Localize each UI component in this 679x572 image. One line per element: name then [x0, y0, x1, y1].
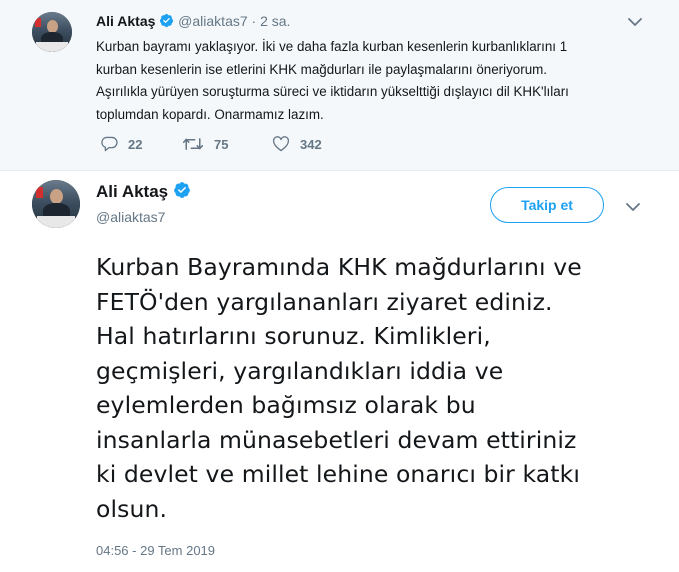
tweet-text: Kurban Bayramında KHK mağdurlarını ve FE…: [96, 250, 666, 526]
retweet-count: 75: [214, 136, 229, 152]
like-button[interactable]: 342: [272, 136, 322, 152]
tweet-text-line: Hal hatırlarını sorunuz. Kimlikleri,: [96, 322, 491, 350]
time-separator: ·: [251, 13, 257, 29]
tweet-text-line: Kurban bayramı yaklaşıyor. İki ve daha f…: [96, 39, 568, 54]
tweet-1-header: Ali Aktaş @aliaktas7 · 2 sa.: [96, 13, 290, 31]
tweet-timestamp[interactable]: 04:56 - 29 Tem 2019: [96, 543, 215, 558]
verified-badge-icon: [159, 13, 174, 31]
retweet-button[interactable]: 75: [182, 136, 228, 152]
follow-button[interactable]: Takip et: [490, 187, 604, 223]
author-handle[interactable]: @aliaktas7: [96, 209, 165, 225]
tweet-text-line: toplumdan kopardı. Onarmamız lazım.: [96, 106, 324, 122]
tweet-text-line: eylemlerden bağımsız olarak bu: [96, 391, 476, 419]
tweet-text-line: Kurban Bayramında KHK mağdurlarını ve: [96, 253, 582, 281]
author-name[interactable]: Ali Aktaş: [96, 182, 168, 201]
tweet-text: Kurban bayramı yaklaşıyor. İki ve daha f…: [96, 36, 656, 126]
divider: [0, 170, 679, 171]
tweet-text-line: kurban kesenlerin ise etlerini KHK mağdu…: [96, 61, 548, 77]
tweet-text-line: ki devlet ve millet lehine onarıcı bir k…: [96, 460, 580, 488]
retweet-icon: [182, 138, 204, 150]
reply-icon: [101, 136, 118, 152]
like-count: 342: [300, 136, 322, 152]
avatar[interactable]: [32, 12, 72, 52]
reply-count: 22: [128, 136, 143, 152]
heart-icon: [273, 136, 289, 152]
verified-badge-icon: [173, 181, 191, 204]
tweet-text-line: olsun.: [96, 494, 168, 523]
author-name-row: Ali Aktaş: [96, 181, 191, 204]
tweet-text-line: FETÖ'den yargılananları ziyaret ediniz.: [96, 287, 553, 316]
tweet-1[interactable]: Ali Aktaş @aliaktas7 · 2 sa. Kurban bayr…: [0, 0, 679, 170]
tweet-text-line: Aşırılıkla yürüyen soruşturma süreci ve …: [96, 84, 569, 99]
tweet-text-line: insanlarla münasebetleri devam ettiriniz: [96, 425, 577, 454]
chevron-down-icon[interactable]: [624, 200, 642, 214]
reply-button[interactable]: 22: [100, 136, 142, 152]
tweet-time[interactable]: 2 sa.: [260, 13, 290, 29]
chevron-down-icon[interactable]: [626, 15, 644, 29]
author-handle[interactable]: @aliaktas7: [178, 13, 247, 29]
author-name[interactable]: Ali Aktaş: [96, 13, 155, 29]
avatar[interactable]: [32, 180, 80, 228]
tweet-text-line: geçmişleri, yargılandıkları iddia ve: [96, 356, 504, 385]
